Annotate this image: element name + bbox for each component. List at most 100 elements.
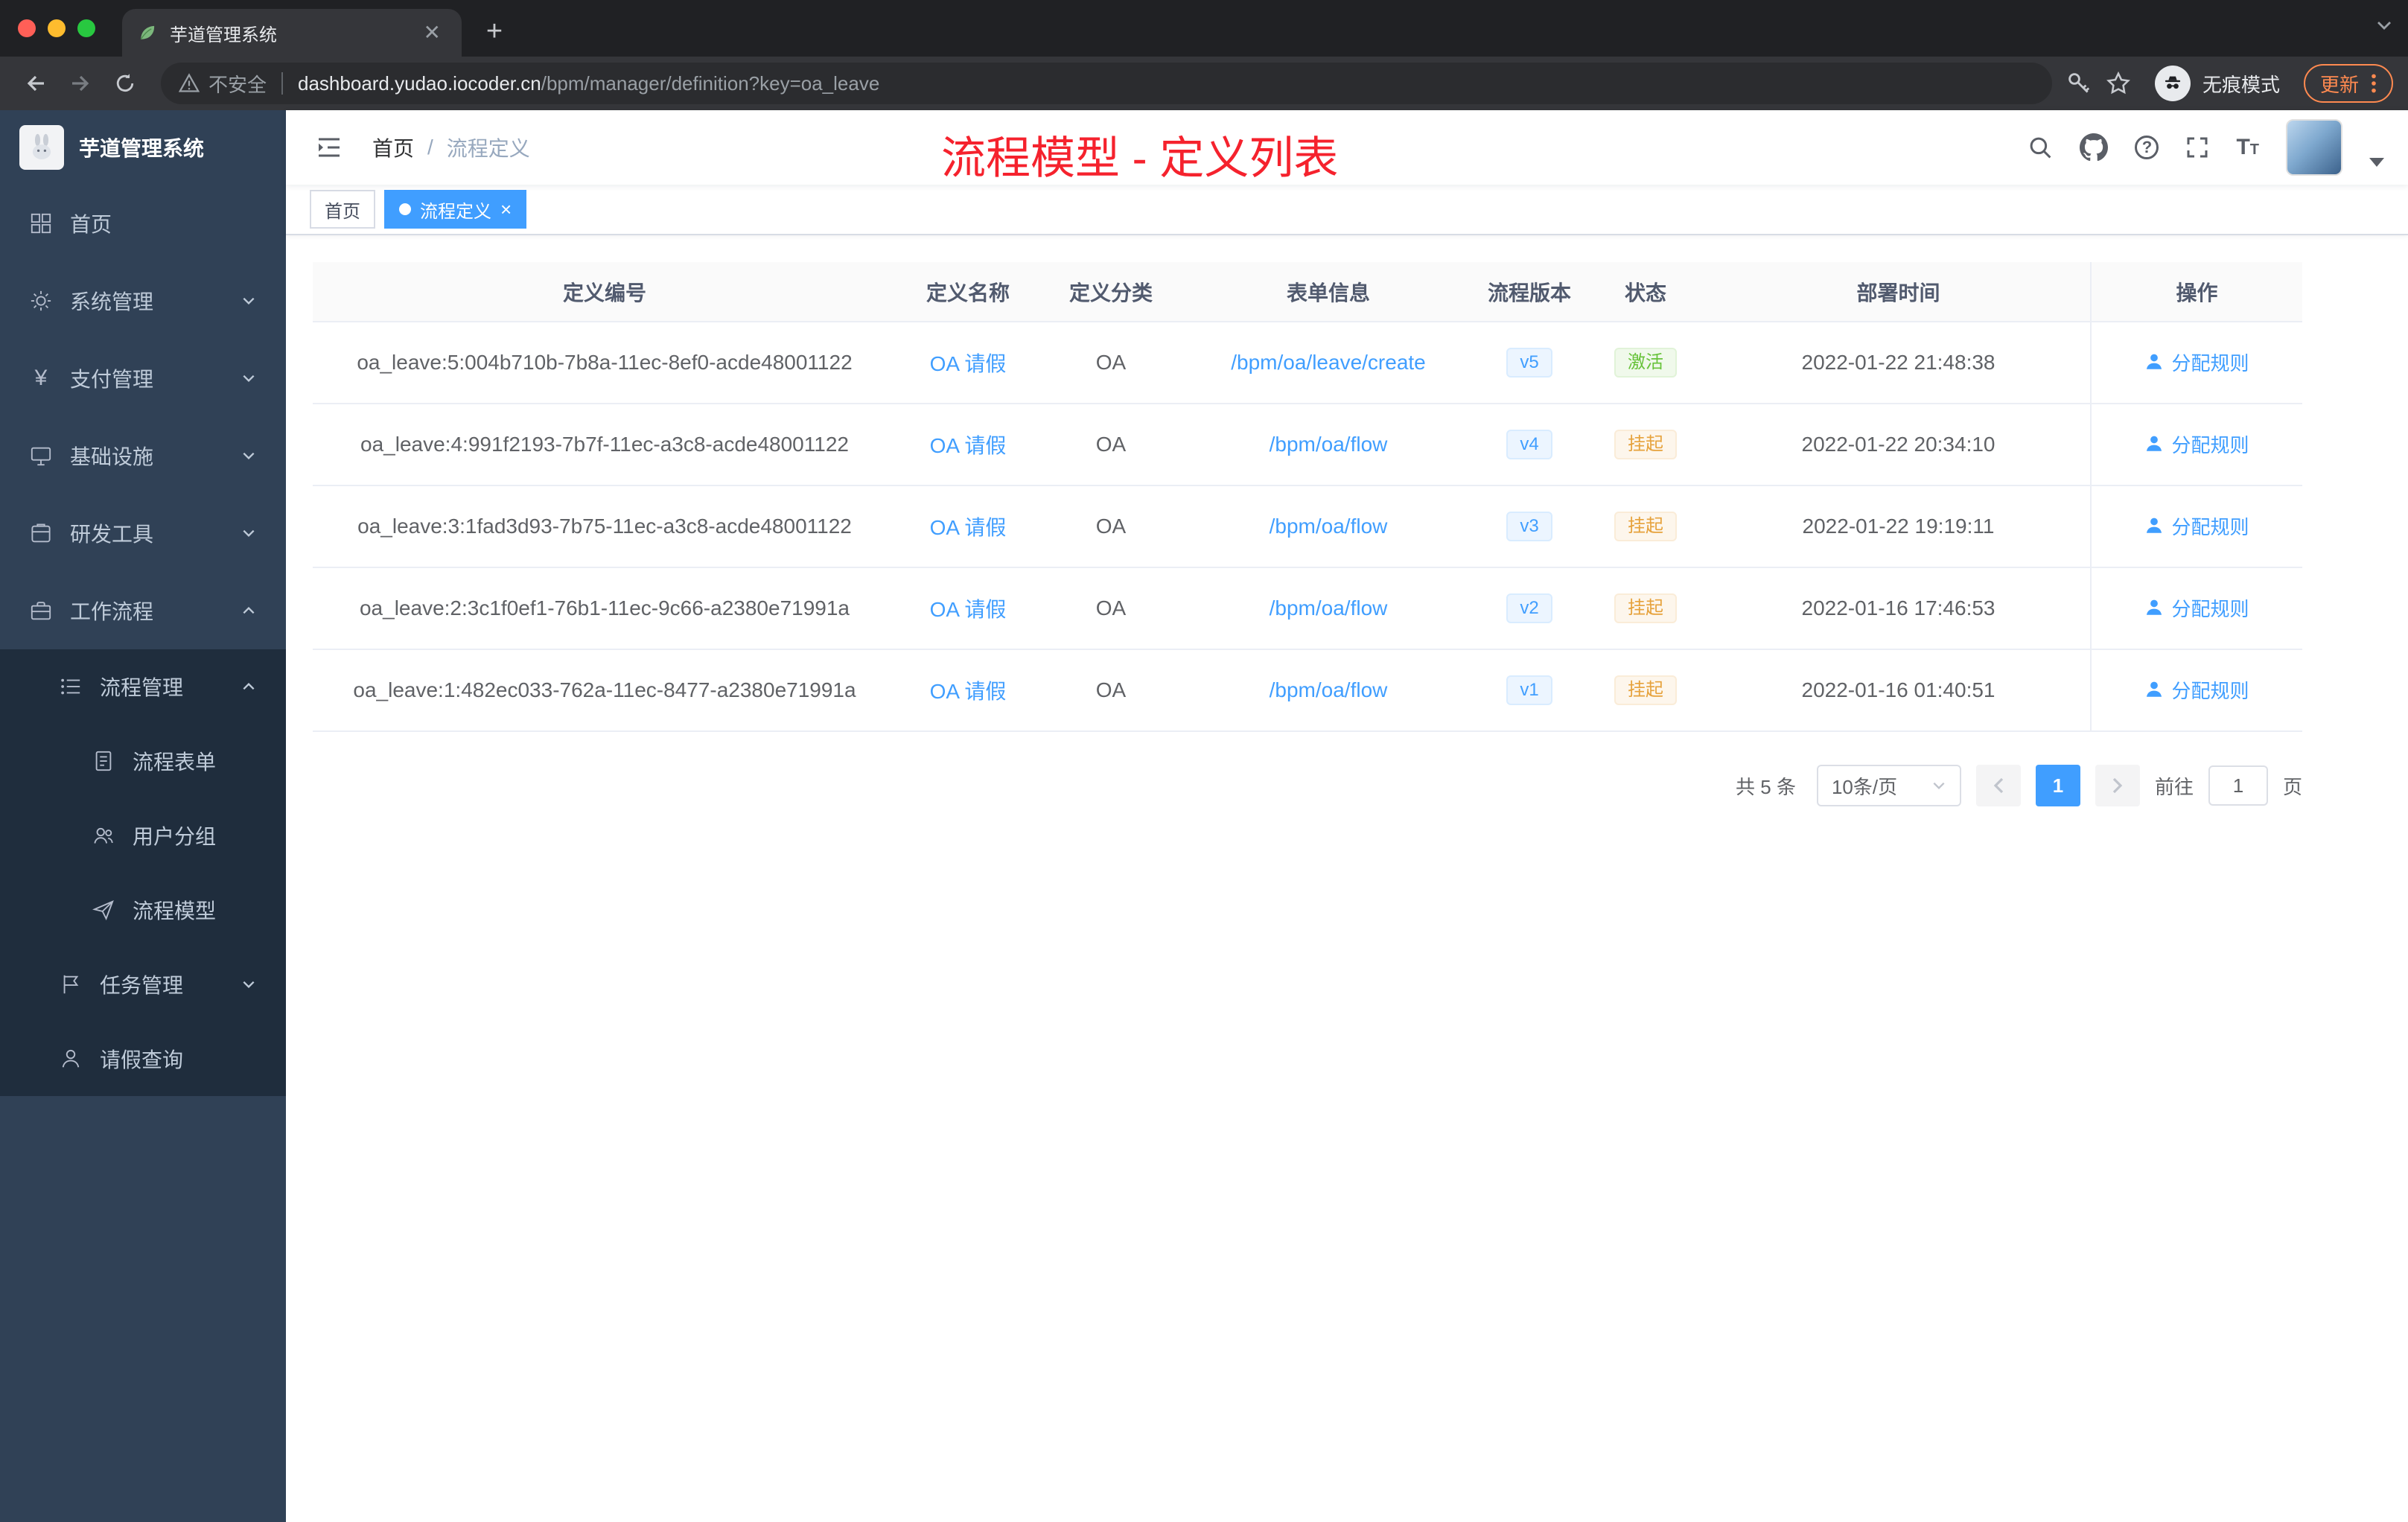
tag-close-icon[interactable]: × xyxy=(500,200,512,219)
browser-tab[interactable]: 芋道管理系统 ✕ xyxy=(122,9,462,57)
briefcase-icon xyxy=(31,602,51,620)
caret-down-icon[interactable] xyxy=(2369,158,2384,167)
gear-icon xyxy=(31,290,51,311)
sidebar-item-process-form[interactable]: 流程表单 xyxy=(0,724,286,798)
document-icon xyxy=(95,751,112,771)
assign-rule-button[interactable]: 分配规则 xyxy=(2144,348,2249,376)
github-icon[interactable] xyxy=(2080,133,2109,162)
tag-home[interactable]: 首页 xyxy=(310,190,375,229)
sidebar-item-label: 任务管理 xyxy=(100,974,184,997)
definition-id: oa_leave:1:482ec033-762a-11ec-8477-a2380… xyxy=(313,649,896,732)
definition-name-link[interactable]: OA 请假 xyxy=(930,516,1007,539)
sidebar-item-workflow[interactable]: 工作流程 xyxy=(0,572,286,649)
maximize-window-button[interactable] xyxy=(77,19,95,37)
form-info-link[interactable]: /bpm/oa/flow xyxy=(1270,515,1388,538)
assign-rule-button[interactable]: 分配规则 xyxy=(2144,676,2249,704)
page-content: 定义编号 定义名称 定义分类 表单信息 流程版本 状态 部署时间 操作 oa_l xyxy=(286,235,2408,833)
update-chrome-button[interactable]: 更新 xyxy=(2303,64,2393,103)
page-number-button[interactable]: 1 xyxy=(2035,765,2080,806)
form-info-link[interactable]: /bpm/oa/flow xyxy=(1270,678,1388,701)
app-logo[interactable]: 芋道管理系统 xyxy=(0,110,286,185)
sidebar-toggle-icon[interactable] xyxy=(310,136,348,159)
sidebar-item-label: 流程模型 xyxy=(133,899,217,923)
form-info-link[interactable]: /bpm/oa/leave/create xyxy=(1231,351,1426,374)
form-info-link[interactable]: /bpm/oa/flow xyxy=(1270,433,1388,456)
app-title: 芋道管理系统 xyxy=(79,137,205,160)
status-badge: 挂起 xyxy=(1614,593,1677,623)
incognito-label: 无痕模式 xyxy=(2202,73,2280,96)
search-icon[interactable] xyxy=(2028,135,2053,160)
user-icon xyxy=(2147,436,2162,451)
sidebar-item-infrastructure[interactable]: 基础设施 xyxy=(0,417,286,494)
incognito-icon xyxy=(2154,66,2191,101)
table-row: oa_leave:2:3c1f0ef1-76b1-11ec-9c66-a2380… xyxy=(313,567,2302,650)
next-page-button[interactable] xyxy=(2095,765,2140,806)
assign-rule-button[interactable]: 分配规则 xyxy=(2144,512,2249,540)
assign-rule-button[interactable]: 分配规则 xyxy=(2144,594,2249,622)
goto-page-input[interactable] xyxy=(2208,765,2268,806)
definition-category: OA xyxy=(1039,485,1182,568)
prev-page-button[interactable] xyxy=(1975,765,2021,806)
assign-rule-label: 分配规则 xyxy=(2171,597,2249,620)
close-window-button[interactable] xyxy=(18,19,36,37)
sidebar-item-process-management[interactable]: 流程管理 xyxy=(0,649,286,724)
definition-category: OA xyxy=(1039,567,1182,650)
new-tab-button[interactable]: + xyxy=(474,10,515,52)
page-size-select[interactable]: 10条/页 xyxy=(1816,765,1961,806)
sidebar-item-user-group[interactable]: 用户分组 xyxy=(0,798,286,873)
assign-rule-label: 分配规则 xyxy=(2171,515,2249,538)
col-definition-category: 定义分类 xyxy=(1039,262,1182,322)
key-icon[interactable] xyxy=(2067,71,2091,95)
tab-close-icon[interactable]: ✕ xyxy=(418,19,447,46)
sidebar-item-process-model[interactable]: 流程模型 xyxy=(0,873,286,947)
browser-menu-icon[interactable] xyxy=(2371,73,2377,94)
assign-rule-button[interactable]: 分配规则 xyxy=(2144,430,2249,458)
col-actions: 操作 xyxy=(2090,262,2302,322)
url-divider xyxy=(281,72,284,95)
definition-name-link[interactable]: OA 请假 xyxy=(930,680,1007,703)
definition-name-link[interactable]: OA 请假 xyxy=(930,352,1007,375)
sidebar-item-dev-tools[interactable]: 研发工具 xyxy=(0,494,286,572)
form-info-link[interactable]: /bpm/oa/flow xyxy=(1270,596,1388,620)
forward-icon[interactable] xyxy=(60,63,101,104)
deploy-time: 2022-01-22 19:19:11 xyxy=(1707,485,2091,568)
toolbar-right: 无痕模式 更新 xyxy=(2067,64,2393,103)
table-row: oa_leave:5:004b710b-7b8a-11ec-8ef0-acde4… xyxy=(313,322,2302,404)
user-avatar[interactable] xyxy=(2286,119,2342,176)
sidebar-item-system[interactable]: 系统管理 xyxy=(0,262,286,340)
sidebar: 芋道管理系统 首页 系统管理 ¥ 支付管理 基础设施 研发工具 工作流程 流程管… xyxy=(0,110,286,1522)
pagination: 共 5 条 10条/页 1 前往 页 xyxy=(313,765,2302,806)
back-icon[interactable] xyxy=(15,63,57,104)
sidebar-item-home[interactable]: 首页 xyxy=(0,185,286,262)
user-icon xyxy=(2147,354,2162,369)
window-controls xyxy=(18,0,95,57)
fullscreen-icon[interactable] xyxy=(2185,136,2209,159)
bookmark-star-icon[interactable] xyxy=(2106,71,2131,96)
sidebar-item-task-management[interactable]: 任务管理 xyxy=(0,947,286,1022)
definition-table: 定义编号 定义名称 定义分类 表单信息 流程版本 状态 部署时间 操作 oa_l xyxy=(313,262,2302,732)
yen-icon: ¥ xyxy=(34,366,48,390)
site-security[interactable]: 不安全 xyxy=(179,70,267,98)
help-icon[interactable]: ? xyxy=(2135,136,2159,159)
sidebar-item-leave-query[interactable]: 请假查询 xyxy=(0,1022,286,1096)
tag-process-definition[interactable]: 流程定义 × xyxy=(384,190,527,229)
annotation-title: 流程模型 - 定义列表 xyxy=(941,133,1339,183)
sidebar-item-payment[interactable]: ¥ 支付管理 xyxy=(0,340,286,417)
tab-search-chevron-icon[interactable] xyxy=(2375,16,2393,34)
address-bar[interactable]: 不安全 dashboard.yudao.iocoder.cn/bpm/manag… xyxy=(161,63,2052,104)
version-tag: v5 xyxy=(1506,348,1552,378)
breadcrumb-home[interactable]: 首页 xyxy=(372,133,414,162)
chevron-left-icon xyxy=(1993,777,2004,794)
reload-icon[interactable] xyxy=(104,63,146,104)
top-navbar: 首页 / 流程定义 ? TT xyxy=(286,110,2408,185)
minimize-window-button[interactable] xyxy=(48,19,66,37)
chevron-down-icon xyxy=(243,297,255,305)
font-size-icon[interactable]: TT xyxy=(2236,135,2259,160)
definition-name-link[interactable]: OA 请假 xyxy=(930,434,1007,457)
definition-name-link[interactable]: OA 请假 xyxy=(930,598,1007,621)
definition-id: oa_leave:5:004b710b-7b8a-11ec-8ef0-acde4… xyxy=(313,322,896,404)
definition-category: OA xyxy=(1039,322,1182,404)
browser-tabstrip: 芋道管理系统 ✕ + xyxy=(0,0,2408,57)
version-tag: v1 xyxy=(1506,675,1552,705)
goto-label: 前往 xyxy=(2154,775,2194,798)
